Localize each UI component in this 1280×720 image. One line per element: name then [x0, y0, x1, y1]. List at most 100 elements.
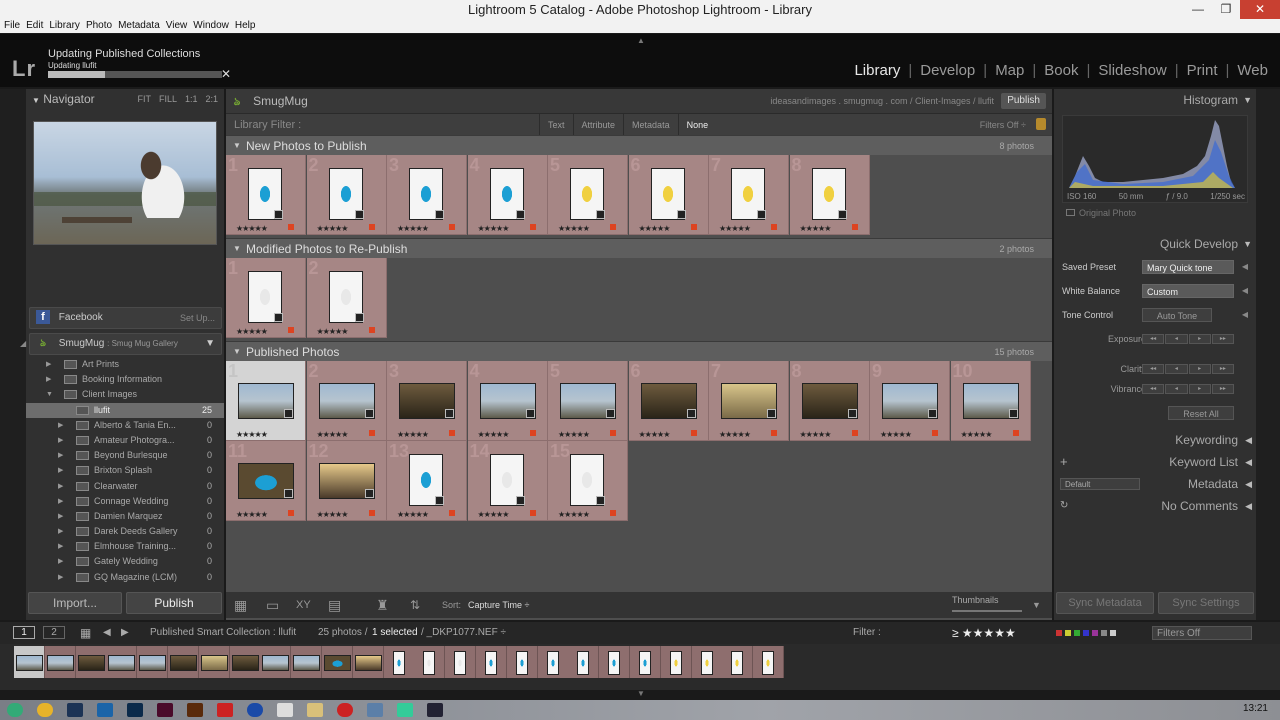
star-rating[interactable]: ★★★★★	[236, 327, 268, 336]
filter-preset-select[interactable]: Filters Off ÷	[980, 114, 1026, 136]
section-header[interactable]: ▼ New Photos to Publish 8 photos	[226, 135, 1052, 155]
filmstrip-cell[interactable]	[14, 646, 45, 678]
gallery-url[interactable]: ideasandimages . smugmug . com / Client-…	[770, 89, 994, 113]
menu-photo[interactable]: Photo	[86, 19, 112, 33]
photo-cell[interactable]: 11 ★★★★★	[226, 441, 306, 521]
filmstrip-cell[interactable]	[537, 646, 569, 678]
photo-cell[interactable]: 6 ★★★★★	[628, 155, 709, 235]
filmstrip-cell[interactable]	[476, 646, 507, 678]
menu-edit[interactable]: Edit	[26, 19, 43, 33]
publish-button[interactable]: Publish	[126, 592, 222, 614]
app-icon-2[interactable]	[427, 703, 443, 717]
star-rating[interactable]: ★★★★★	[236, 510, 268, 519]
start-icon[interactable]	[7, 703, 23, 717]
collapse-triangle-icon[interactable]: ▼	[233, 239, 241, 259]
photo-cell[interactable]: 4 ★★★★★	[467, 361, 548, 441]
color-label-icon[interactable]	[851, 224, 858, 230]
star-rating[interactable]: ★★★★★	[639, 430, 671, 439]
expand-triangle-icon[interactable]: ◢	[20, 334, 26, 354]
expand-triangle-icon[interactable]: ▼	[46, 387, 53, 402]
module-slideshow[interactable]: Slideshow	[1098, 62, 1166, 79]
filmstrip-cell[interactable]	[44, 646, 76, 678]
source-path[interactable]: Published Smart Collection : llufit	[150, 622, 296, 644]
menu-view[interactable]: View	[166, 19, 188, 33]
comments-header[interactable]: ↻ No Comments ◀	[1054, 495, 1256, 517]
menu-metadata[interactable]: Metadata	[118, 19, 160, 33]
navigator-preview[interactable]	[33, 121, 217, 245]
photo-cell[interactable]: 1 ★★★★★	[226, 155, 306, 235]
star-rating[interactable]: ★★★★★	[558, 224, 590, 233]
menu-window[interactable]: Window	[193, 19, 229, 33]
expand-triangle-icon[interactable]: ▶	[58, 509, 63, 524]
star-rating[interactable]: ★★★★★	[317, 327, 349, 336]
color-label-icon[interactable]	[771, 224, 777, 230]
photo-cell[interactable]: 14 ★★★★★	[467, 441, 548, 521]
back-icon[interactable]: ◀	[103, 622, 111, 644]
collection-row[interactable]: ▶ Amateur Photogra... 0	[26, 433, 224, 448]
filmstrip-cell[interactable]	[168, 646, 199, 678]
filmstrip-cell[interactable]	[722, 646, 754, 678]
filmstrip-cell[interactable]	[660, 646, 692, 678]
photo-cell[interactable]: 1 ★★★★★	[226, 258, 306, 338]
toolbar-menu-icon[interactable]: ▼	[1032, 592, 1041, 618]
color-label-icon[interactable]	[288, 224, 294, 230]
photo-cell[interactable]: 6 ★★★★★	[628, 361, 709, 441]
metadata-badge-icon[interactable]	[354, 210, 364, 219]
photo-cell[interactable]: 2 ★★★★★	[306, 361, 387, 441]
collection-row[interactable]: llufit 25	[26, 402, 224, 418]
photoshop-icon[interactable]	[127, 703, 143, 717]
sort-direction-icon[interactable]: ⇅	[410, 592, 420, 618]
collection-row[interactable]: ▶ Elmhouse Training... 0	[26, 539, 224, 554]
quick-develop-header[interactable]: Quick Develop ▼	[1054, 233, 1256, 255]
photo-cell[interactable]: 10 ★★★★★	[950, 361, 1031, 441]
menu-help[interactable]: Help	[235, 19, 256, 33]
acrobat-icon[interactable]	[217, 703, 233, 717]
expand-triangle-icon[interactable]: ▶	[58, 539, 63, 554]
filmstrip-cell[interactable]	[383, 646, 415, 678]
sync-metadata-button[interactable]: Sync Metadata	[1056, 592, 1154, 614]
photo-cell[interactable]: 7 ★★★★★	[709, 361, 789, 441]
star-rating[interactable]: ★★★★★	[317, 510, 349, 519]
explorer-icon[interactable]	[307, 703, 323, 717]
color-label-icon[interactable]	[690, 430, 697, 436]
expand-triangle-icon[interactable]: ▶	[58, 418, 63, 433]
grid-view-icon[interactable]: ▦	[234, 592, 247, 618]
metadata-badge-icon[interactable]	[274, 313, 283, 322]
color-label-icon[interactable]	[932, 430, 938, 436]
selected-file[interactable]: / _DKP1077.NEF ÷	[421, 622, 506, 644]
collection-row[interactable]: ▶ Damien Marquez 0	[26, 509, 224, 524]
star-rating[interactable]: ★★★★★	[236, 224, 268, 233]
module-book[interactable]: Book	[1044, 62, 1078, 79]
keywording-header[interactable]: Keywording ◀	[1054, 429, 1256, 451]
star-rating[interactable]: ★★★★★	[961, 430, 993, 439]
module-develop[interactable]: Develop	[920, 62, 975, 79]
color-label-icon[interactable]	[449, 430, 455, 436]
forward-icon[interactable]: ▶	[121, 622, 129, 644]
compare-view-icon[interactable]: XY	[296, 592, 311, 618]
color-label-icon[interactable]	[368, 430, 375, 436]
color-label-icon[interactable]	[288, 510, 294, 516]
disclosure-icon[interactable]: ◀	[1242, 303, 1248, 327]
maximize-button[interactable]: ❐	[1212, 0, 1240, 19]
module-library[interactable]: Library	[854, 62, 900, 79]
collection-row[interactable]: ▶ Art Prints	[26, 357, 224, 372]
collection-row[interactable]: ▼ Client Images	[26, 387, 224, 402]
spotify-icon[interactable]	[397, 703, 413, 717]
color-label-icon[interactable]	[529, 224, 536, 230]
saved-preset-select[interactable]: Mary Quick tone	[1142, 260, 1234, 274]
publish-now-button[interactable]: Publish	[1001, 93, 1046, 109]
expand-triangle-icon[interactable]: ▶	[58, 570, 63, 585]
collection-row[interactable]: ▶ Gately Wedding 0	[26, 554, 224, 569]
color-label-icon[interactable]	[529, 430, 536, 436]
color-label-icon[interactable]	[368, 327, 375, 333]
star-rating[interactable]: ★★★★★	[719, 430, 751, 439]
screen-1-button[interactable]: 1	[13, 626, 35, 639]
collection-row[interactable]: ▶ Darek Deeds Gallery 0	[26, 524, 224, 539]
loupe-view-icon[interactable]: ▭	[266, 592, 279, 618]
filmstrip-cell[interactable]	[106, 646, 138, 678]
survey-view-icon[interactable]: ▤	[328, 592, 341, 618]
collection-row[interactable]: ▶ Beyond Burlesque 0	[26, 448, 224, 463]
facebook-service[interactable]: f Facebook Set Up...	[29, 307, 222, 329]
metadata-badge-icon[interactable]	[515, 496, 525, 505]
import-button[interactable]: Import...	[28, 592, 122, 614]
